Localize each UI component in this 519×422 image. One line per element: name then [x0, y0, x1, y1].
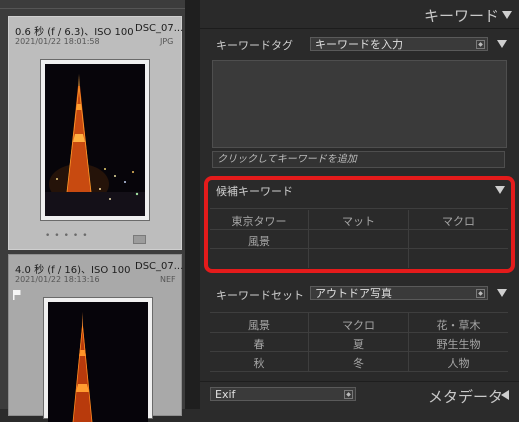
filmstrip: 0.6 秒 (f / 6.3)、ISO 100 DSC_07... 2021/0… — [0, 0, 185, 422]
keyword-set-label: キーワードセット — [216, 289, 304, 302]
select-arrow-icon: ◆ — [344, 390, 353, 399]
keyword-set-select[interactable]: アウトドア写真 ◆ — [310, 286, 488, 300]
photo-filename: DSC_07... — [135, 261, 184, 272]
suggestions-highlight-box — [204, 176, 515, 273]
filmstrip-divider — [0, 8, 185, 9]
photo-thumbnail — [48, 302, 148, 422]
keyword-tags-select[interactable]: キーワードを入力 ◆ — [310, 37, 488, 51]
metadata-preset-value: Exif — [215, 388, 236, 401]
photo-thumbnail-frame — [40, 59, 150, 221]
metadata-preset-select[interactable]: Exif ◆ — [210, 387, 356, 401]
photo-datetime: 2021/01/22 18:01:58 — [15, 37, 100, 46]
photo-datetime: 2021/01/22 18:13:16 — [15, 275, 100, 284]
select-arrow-icon: ◆ — [476, 40, 485, 49]
header-divider — [200, 28, 519, 29]
collapse-triangle-icon[interactable] — [497, 40, 507, 48]
photo-filetype: NEF — [160, 275, 176, 284]
photo-thumbnail-frame — [43, 297, 153, 422]
rating-dots[interactable]: ••••• — [45, 231, 92, 241]
keyword-tags-label: キーワードタグ — [216, 39, 293, 52]
keyword-set-item[interactable]: 秋 — [210, 355, 308, 371]
photo-cell-selected[interactable]: 0.6 秒 (f / 6.3)、ISO 100 DSC_07... 2021/0… — [8, 16, 184, 250]
keywording-header-title[interactable]: キーワード — [424, 5, 499, 26]
select-arrow-icon: ◆ — [476, 289, 485, 298]
photo-thumbnail — [45, 64, 145, 216]
keyword-set-item[interactable]: 花・草木 — [409, 317, 508, 333]
keyword-set-item[interactable]: 風景 — [210, 317, 308, 333]
keyword-set-item[interactable]: 人物 — [409, 355, 508, 371]
collapse-triangle-icon[interactable] — [497, 289, 507, 297]
tokyo-tower-night-image — [48, 302, 148, 422]
photo-filename: DSC_07... — [135, 23, 184, 34]
panel-divider[interactable] — [185, 0, 200, 409]
collapse-triangle-icon[interactable] — [502, 11, 512, 19]
grid-line — [210, 312, 508, 313]
add-keyword-field[interactable]: クリックしてキーワードを追加 — [212, 151, 505, 168]
metadata-bar: Exif ◆ メタデータ — [200, 381, 519, 410]
add-keyword-placeholder: クリックしてキーワードを追加 — [217, 154, 357, 165]
flag-icon[interactable] — [12, 289, 22, 301]
keyword-set-item[interactable]: 冬 — [309, 355, 408, 371]
tokyo-tower-night-image — [45, 64, 145, 216]
photo-cell[interactable]: 4.0 秒 (f / 16)、ISO 100 DSC_07... 2021/01… — [8, 254, 184, 422]
photo-filetype: JPG — [160, 37, 174, 46]
keyword-set-item[interactable]: 夏 — [309, 336, 408, 352]
keyword-text-area[interactable] — [212, 60, 507, 148]
grid-line — [210, 371, 508, 372]
photo-exposure: 0.6 秒 (f / 6.3)、ISO 100 — [15, 27, 134, 38]
keyword-set-select-value: アウトドア写真 — [315, 287, 392, 300]
expand-triangle-icon[interactable] — [501, 390, 509, 400]
keyword-set-item[interactable]: 春 — [210, 336, 308, 352]
metadata-title[interactable]: メタデータ — [428, 386, 503, 407]
keyword-set-item[interactable]: 野生生物 — [409, 336, 508, 352]
keyword-tags-select-value: キーワードを入力 — [315, 38, 403, 51]
photo-exposure: 4.0 秒 (f / 16)、ISO 100 — [15, 265, 131, 276]
keyword-set-item[interactable]: マクロ — [309, 317, 408, 333]
thumbnail-toggle-icon[interactable] — [133, 235, 146, 244]
